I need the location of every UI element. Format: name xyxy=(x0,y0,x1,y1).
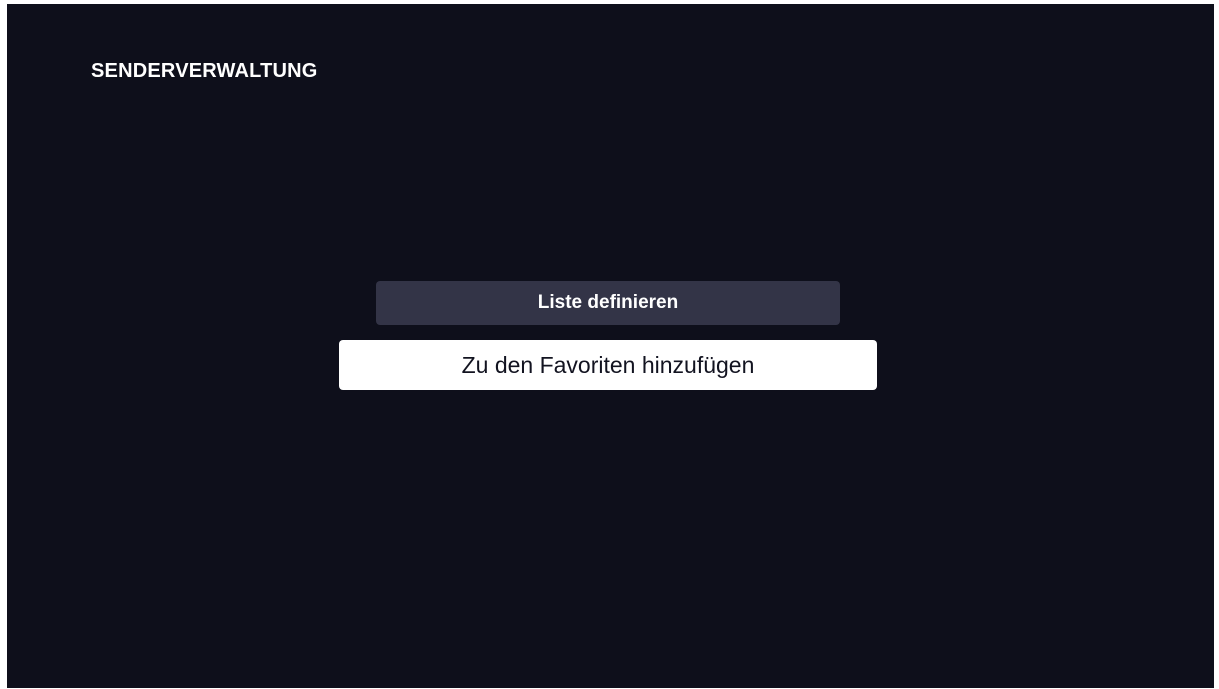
define-list-label: Liste definieren xyxy=(537,292,679,313)
tv-screen: SENDERVERWALTUNG Liste definieren Zu den… xyxy=(7,4,1214,688)
define-list-button[interactable]: Liste definieren xyxy=(376,281,840,325)
add-to-favorites-label: Zu den Favoriten hinzufügen xyxy=(461,351,755,378)
add-to-favorites-button[interactable]: Zu den Favoriten hinzufügen xyxy=(339,340,877,390)
options-menu: Liste definieren Zu den Favoriten hinzuf… xyxy=(7,4,1214,688)
